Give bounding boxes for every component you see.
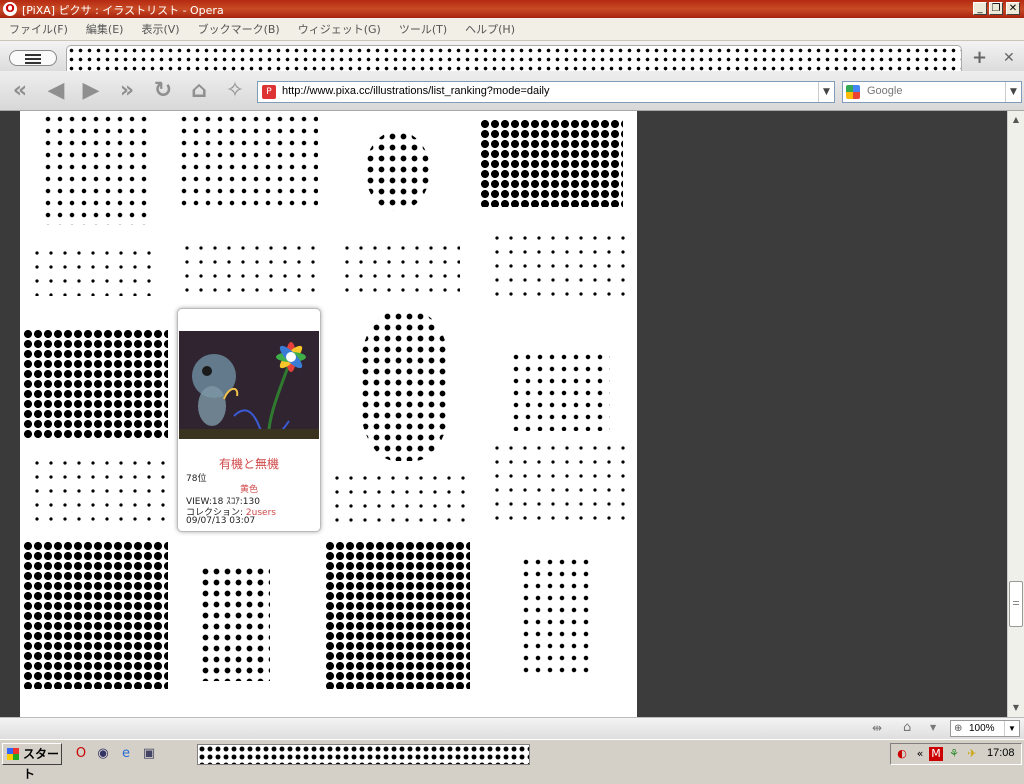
illustration-thumbnail[interactable]: [325, 541, 470, 689]
navigation-bar: « ◀ ▶ » ↻ ⌂ ✧ P http://www.pixa.cc/illus…: [0, 71, 1024, 111]
tray-plane-icon[interactable]: ✈: [965, 747, 979, 761]
start-label: スタート: [23, 747, 60, 781]
illustration-thumbnail[interactable]: [360, 311, 450, 461]
chevron-down-icon[interactable]: ▼: [1005, 82, 1021, 102]
illustration-thumbnail[interactable]: [510, 351, 610, 431]
right-panel: [637, 111, 1007, 717]
scroll-up-icon[interactable]: ▲: [1009, 113, 1023, 127]
illustration-thumbnail[interactable]: [42, 113, 152, 225]
search-input[interactable]: Google: [867, 85, 902, 97]
zoom-control[interactable]: ⊕ 100% ▼: [950, 720, 1020, 737]
illustration-card[interactable]: 有機と無機 78位 黄色 VIEW:18 ｽｺｱ:130 コレクション: 2us…: [177, 308, 321, 532]
address-bar[interactable]: P http://www.pixa.cc/illustrations/list_…: [257, 81, 835, 103]
wand-icon[interactable]: ✧: [222, 79, 248, 103]
illustration-thumbnail[interactable]: [330, 471, 465, 526]
tray-app-icon[interactable]: ◐: [895, 747, 909, 761]
turbo-icon[interactable]: ⌂: [903, 720, 911, 735]
clock: 17:08: [987, 747, 1015, 759]
taskbar-window-button[interactable]: [197, 744, 530, 765]
hamburger-icon: [25, 54, 41, 56]
taskbar: スタート O ◉ e ▣ ◐ « M ⚘ ✈ 17:08: [0, 739, 1024, 781]
start-button[interactable]: スタート: [2, 743, 62, 781]
menu-view[interactable]: 表示(V): [132, 21, 188, 37]
illustration-thumbnail[interactable]: [490, 441, 625, 521]
opera-logo-icon: O: [3, 2, 17, 16]
site-favicon-icon: P: [262, 85, 276, 99]
illustration-thumbnail[interactable]: [520, 556, 590, 676]
chevron-down-icon[interactable]: ▼: [818, 82, 834, 102]
illustration-thumbnail[interactable]: [178, 113, 318, 208]
chevron-down-icon[interactable]: ▼: [930, 723, 936, 732]
zoom-level[interactable]: 100%: [969, 721, 995, 736]
illustration-thumbnail[interactable]: [340, 241, 460, 296]
illustration-thumbnail[interactable]: [30, 456, 165, 521]
illustration-thumbnail[interactable]: [180, 241, 315, 301]
back-icon[interactable]: ◀: [43, 79, 69, 103]
tray-network-icon[interactable]: ⚘: [947, 747, 961, 761]
menu-bookmarks[interactable]: ブックマーク(B): [189, 21, 289, 37]
home-icon[interactable]: ⌂: [186, 79, 212, 103]
close-tab-button[interactable]: ✕: [1003, 50, 1015, 66]
google-icon: [846, 85, 860, 99]
illustration-thumbnail[interactable]: [200, 566, 270, 681]
post-date: 09/07/13 03:07: [186, 516, 256, 526]
menu-bar: ファイル(F) 編集(E) 表示(V) ブックマーク(B) ウィジェット(G) …: [0, 18, 1024, 41]
illustration-thumbnail[interactable]: [365, 131, 430, 211]
menu-edit[interactable]: 編集(E): [77, 21, 133, 37]
minimize-button[interactable]: _: [973, 2, 987, 15]
illustration-thumbnail[interactable]: [23, 541, 168, 689]
forward-icon[interactable]: ▶: [78, 79, 104, 103]
tray-mcafee-icon[interactable]: M: [929, 747, 943, 761]
panel-toggle-icon[interactable]: ⇹: [872, 721, 882, 735]
opera-quicklaunch-icon[interactable]: O: [72, 745, 90, 763]
opera-menu-button[interactable]: [9, 50, 57, 66]
illustration-thumbnail[interactable]: [23, 329, 168, 439]
new-tab-button[interactable]: +: [972, 49, 987, 67]
app-quicklaunch-icon[interactable]: ◉: [94, 745, 112, 763]
maximize-button[interactable]: ❐: [989, 2, 1003, 15]
ie-quicklaunch-icon[interactable]: e: [117, 745, 135, 763]
windows-logo-icon: [7, 748, 19, 760]
fast-forward-icon[interactable]: »: [114, 79, 140, 103]
illustration-thumbnail[interactable]: [480, 119, 623, 207]
illustration-grid: [20, 111, 637, 717]
address-url[interactable]: http://www.pixa.cc/illustrations/list_ra…: [282, 85, 550, 97]
system-tray: ◐ « M ⚘ ✈ 17:08: [890, 743, 1022, 765]
rewind-icon[interactable]: «: [7, 79, 33, 103]
title-bar: O [PiXA] ピクサ : イラストリスト - Opera _ ❐ ✕: [0, 0, 1024, 18]
illustration-thumbnail[interactable]: [490, 231, 625, 301]
window-title: [PiXA] ピクサ : イラストリスト - Opera: [22, 4, 224, 17]
vertical-scrollbar[interactable]: ▲ ▼: [1007, 111, 1024, 717]
scroll-down-icon[interactable]: ▼: [1009, 701, 1023, 715]
desktop-quicklaunch-icon[interactable]: ▣: [140, 745, 158, 763]
status-bar: ⇹ ⌂ ▼ ⊕ 100% ▼: [0, 717, 1024, 739]
tab-bar: + ✕: [0, 41, 1024, 72]
reload-icon[interactable]: ↻: [150, 79, 176, 103]
chevron-down-icon[interactable]: ▼: [1004, 721, 1019, 736]
menu-file[interactable]: ファイル(F): [0, 21, 77, 37]
close-button[interactable]: ✕: [1006, 2, 1020, 15]
search-box[interactable]: Google ▼: [842, 81, 1022, 103]
illustration-thumbnail[interactable]: [179, 331, 319, 439]
illustration-thumbnail[interactable]: [30, 246, 160, 296]
scrollbar-thumb[interactable]: [1009, 581, 1023, 627]
menu-tools[interactable]: ツール(T): [390, 21, 456, 37]
menu-widgets[interactable]: ウィジェット(G): [289, 21, 390, 37]
left-panel: [0, 111, 20, 717]
menu-help[interactable]: ヘルプ(H): [456, 21, 524, 37]
illustration-title[interactable]: 有機と無機: [178, 455, 320, 472]
magnifier-icon: ⊕: [954, 723, 963, 734]
tab-active[interactable]: [66, 45, 962, 72]
tray-expand-icon[interactable]: «: [913, 747, 927, 761]
